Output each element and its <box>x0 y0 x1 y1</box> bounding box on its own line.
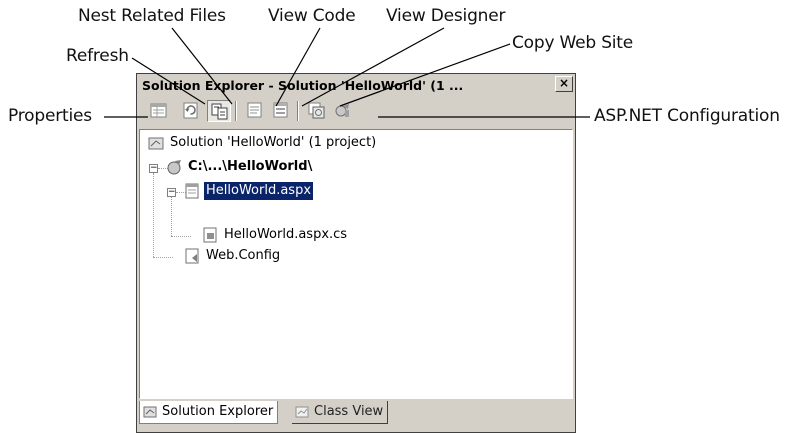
properties-icon <box>150 103 167 118</box>
callout-view-designer: View Designer <box>386 6 506 26</box>
callout-refresh: Refresh <box>66 46 129 66</box>
web-project-icon <box>167 160 181 175</box>
properties-button[interactable] <box>147 100 171 122</box>
tree-item-label: Solution 'HelloWorld' (1 project) <box>170 135 377 150</box>
panel-tabs: Solution Explorer Class View <box>139 401 573 427</box>
solution-explorer-tab-icon <box>143 406 157 418</box>
expand-collapse-toggle[interactable]: − <box>167 188 176 197</box>
refresh-icon <box>183 102 198 119</box>
tab-solution-explorer[interactable]: Solution Explorer <box>139 401 279 424</box>
tree-item-label: C:\...\HelloWorld\ <box>188 159 313 174</box>
callout-nest-related-files: Nest Related Files <box>78 6 226 26</box>
refresh-button[interactable] <box>179 100 203 122</box>
toolbar-separator <box>235 101 237 121</box>
callout-copy-web-site: Copy Web Site <box>512 33 634 53</box>
tree-item-label: Web.Config <box>206 248 281 263</box>
tree-item-code-behind[interactable]: HelloWorld.aspx.cs <box>202 226 502 244</box>
window-title: Solution Explorer - Solution 'HelloWorld… <box>142 78 464 93</box>
solution-explorer-window: Solution Explorer - Solution 'HelloWorld… <box>136 73 576 433</box>
close-button[interactable]: × <box>555 76 573 92</box>
nest-related-files-icon <box>211 103 228 120</box>
toolbar-separator <box>297 101 299 121</box>
tree-connector <box>153 173 154 257</box>
copy-web-site-button[interactable] <box>305 100 329 122</box>
callout-asp-net-configuration: ASP.NET Configuration <box>594 106 780 126</box>
copy-web-site-icon <box>308 102 325 119</box>
web-form-icon <box>185 183 199 199</box>
tree-item-aspx-page[interactable]: HelloWorld.aspx <box>184 182 484 200</box>
view-designer-icon <box>273 102 288 118</box>
class-view-tab-icon <box>295 406 309 418</box>
tree-item-label: HelloWorld.aspx <box>204 182 314 200</box>
callout-properties: Properties <box>8 106 92 126</box>
tab-label: Solution Explorer <box>162 404 274 419</box>
tree-item-solution[interactable]: Solution 'HelloWorld' (1 project) <box>148 134 448 152</box>
tree-connector <box>153 257 173 258</box>
solution-icon <box>148 137 164 150</box>
solution-explorer-toolbar <box>139 97 573 125</box>
view-code-icon <box>247 102 262 118</box>
expand-collapse-toggle[interactable]: − <box>149 164 158 173</box>
tab-class-view[interactable]: Class View <box>292 401 389 424</box>
nest-related-files-button[interactable] <box>207 100 231 122</box>
tree-item-project[interactable]: C:\...\HelloWorld\ <box>166 158 466 176</box>
view-code-button[interactable] <box>243 100 267 122</box>
tree-item-web-config[interactable]: Web.Config <box>184 247 484 265</box>
csharp-file-icon <box>203 227 217 243</box>
asp-net-configuration-button[interactable] <box>331 100 355 122</box>
solution-tree: Solution 'HelloWorld' (1 project) − C:\.… <box>139 129 573 399</box>
tree-connector <box>171 236 191 237</box>
config-file-icon <box>185 248 199 264</box>
tab-label: Class View <box>314 404 384 419</box>
tree-item-label: HelloWorld.aspx.cs <box>224 227 348 242</box>
asp-net-configuration-icon <box>335 104 349 117</box>
view-designer-button[interactable] <box>269 100 293 122</box>
callout-view-code: View Code <box>268 6 356 26</box>
tree-connector <box>171 196 172 236</box>
window-titlebar[interactable]: Solution Explorer - Solution 'HelloWorld… <box>139 76 573 95</box>
